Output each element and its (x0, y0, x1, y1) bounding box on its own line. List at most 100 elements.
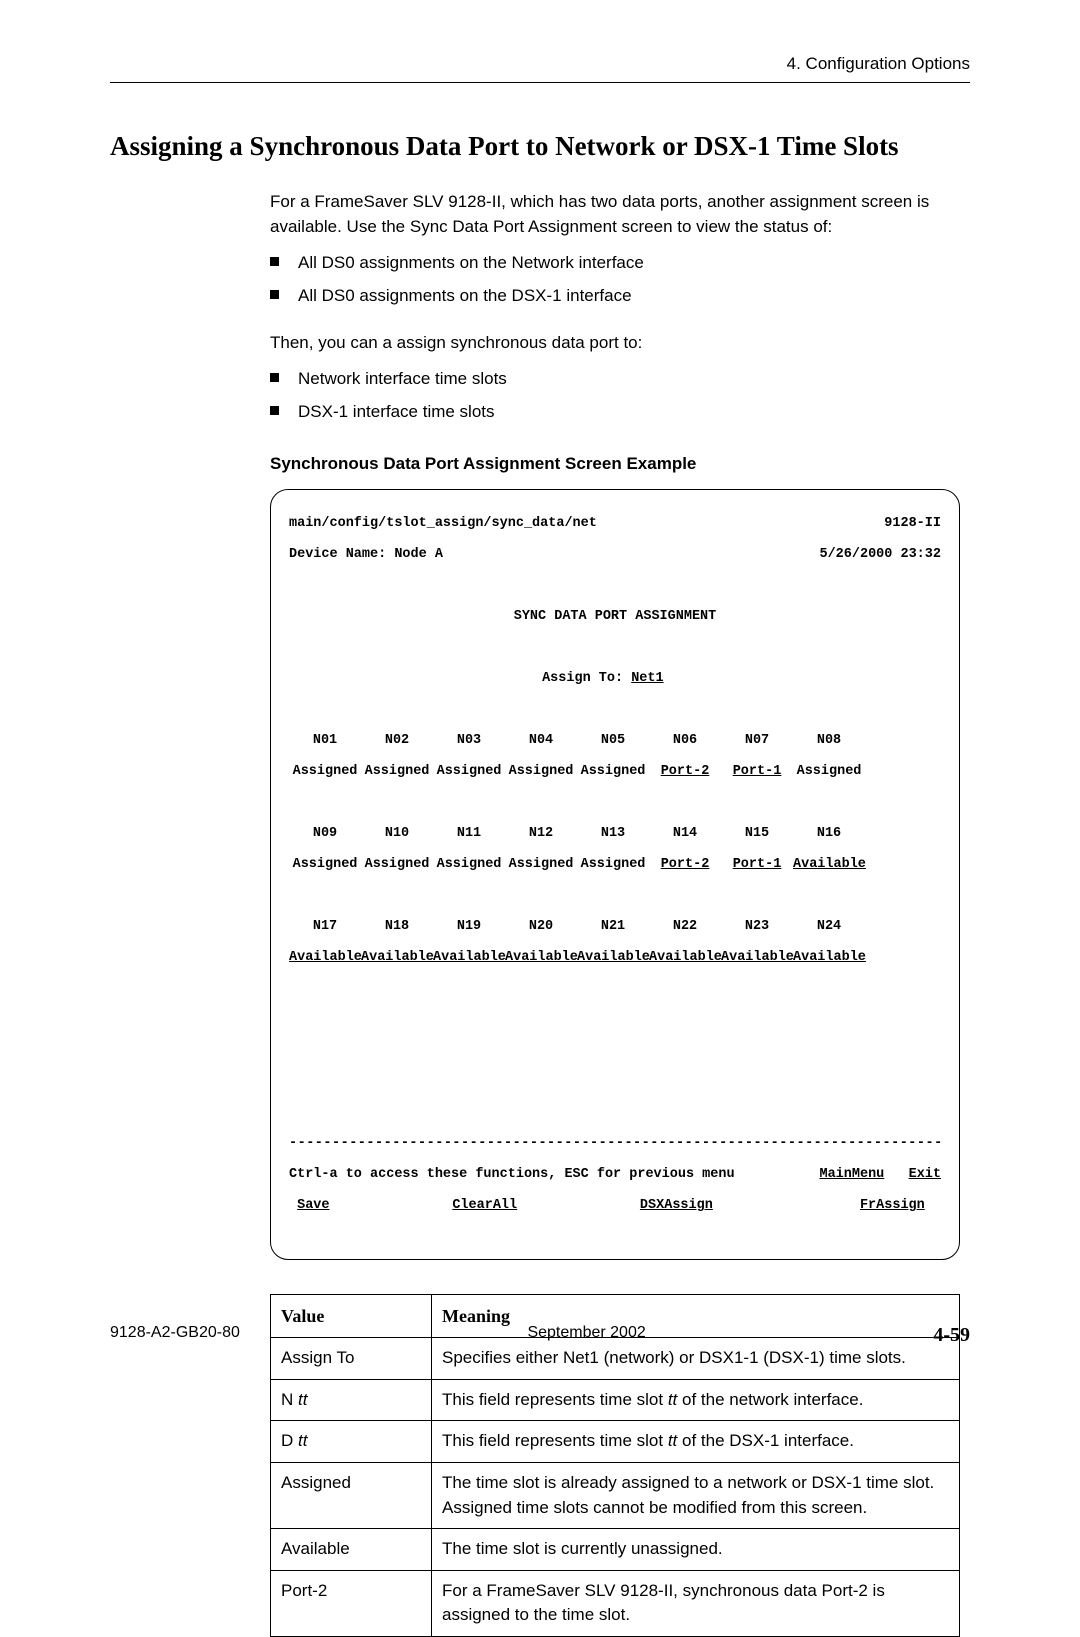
value-cell: Port-2 (271, 1570, 432, 1636)
meaning-cell: The time slot is currently unassigned. (432, 1529, 960, 1571)
screen-title: SYNC DATA PORT ASSIGNMENT (289, 609, 941, 625)
slot-cell: Port-1 (721, 857, 793, 873)
assign-to-value: Net1 (631, 671, 663, 686)
table-row: Port-2 For a FrameSaver SLV 9128-II, syn… (271, 1570, 960, 1636)
slot-cell: N04 (505, 733, 577, 749)
table-row: D tt This field represents time slot tt … (271, 1421, 960, 1463)
slot-cell: N21 (577, 919, 649, 935)
screen-path: main/config/tslot_assign/sync_data/net (289, 516, 597, 532)
slot-cell: Assigned (433, 764, 505, 780)
device-name: Device Name: Node A (289, 547, 443, 563)
status-list: All DS0 assignments on the Network inter… (270, 251, 960, 308)
slot-cell: Port-2 (649, 764, 721, 780)
list-item: All DS0 assignments on the DSX-1 interfa… (270, 284, 960, 309)
document-page: 4. Configuration Options Assigning a Syn… (0, 0, 1080, 1397)
help-text: Ctrl-a to access these functions, ESC fo… (289, 1167, 735, 1183)
slot-cell: Assigned (505, 857, 577, 873)
slot-cell: Assigned (577, 857, 649, 873)
page-footer: 9128-A2-GB20-80 September 2002 4-59 (110, 1324, 970, 1347)
slot-cell: Available (721, 950, 793, 966)
slot-cell: N09 (289, 826, 361, 842)
slot-cell: N03 (433, 733, 505, 749)
slot-cell: N15 (721, 826, 793, 842)
slot-label-row: N17N18N19N20N21N22N23N24 (289, 919, 941, 935)
meaning-cell: This field represents time slot tt of th… (432, 1421, 960, 1463)
slot-cell: Assigned (505, 764, 577, 780)
separator: ----------------------------------------… (289, 1136, 941, 1152)
page-number: 4-59 (933, 1324, 970, 1347)
meaning-cell: This field represents time slot tt of th… (432, 1379, 960, 1421)
action-row: Save ClearAll DSXAssign FrAssign (289, 1198, 941, 1214)
slot-cell: N20 (505, 919, 577, 935)
footer-date: September 2002 (527, 1324, 645, 1347)
slot-cell: Available (433, 950, 505, 966)
mainmenu-action: MainMenu (819, 1167, 884, 1182)
table-row: Assigned The time slot is already assign… (271, 1462, 960, 1528)
save-action: Save (297, 1198, 329, 1213)
slot-cell: Available (793, 857, 865, 873)
chapter-label: 4. Configuration Options (787, 54, 970, 73)
slot-cell: N07 (721, 733, 793, 749)
menu-right: MainMenu Exit (819, 1167, 941, 1183)
value-cell: Assigned (271, 1462, 432, 1528)
meaning-cell: The time slot is already assigned to a n… (432, 1462, 960, 1528)
help-row: Ctrl-a to access these functions, ESC fo… (289, 1167, 941, 1183)
clearall-action: ClearAll (452, 1198, 517, 1214)
list-item: All DS0 assignments on the Network inter… (270, 251, 960, 276)
timestamp: 5/26/2000 23:32 (819, 547, 941, 563)
slot-value-row: AssignedAssignedAssignedAssignedAssigned… (289, 764, 941, 780)
frassign-action: FrAssign (860, 1198, 925, 1213)
slot-cell: Assigned (289, 857, 361, 873)
assign-to-label: Assign To: (542, 671, 631, 686)
slot-cell: Available (649, 950, 721, 966)
body-content: For a FrameSaver SLV 9128-II, which has … (270, 190, 960, 1637)
slot-cell: Assigned (361, 857, 433, 873)
table-row: N tt This field represents time slot tt … (271, 1379, 960, 1421)
slot-cell: Assigned (361, 764, 433, 780)
slot-cell: N24 (793, 919, 865, 935)
exit-action: Exit (909, 1167, 941, 1182)
value-cell: Available (271, 1529, 432, 1571)
slot-label-row: N09N10N11N12N13N14N15N16 (289, 826, 941, 842)
then-paragraph: Then, you can a assign synchronous data … (270, 331, 960, 356)
slot-cell: Assigned (433, 857, 505, 873)
table-row: Available The time slot is currently una… (271, 1529, 960, 1571)
slot-cell: Assigned (289, 764, 361, 780)
slot-cell: N18 (361, 919, 433, 935)
slot-cell: Assigned (577, 764, 649, 780)
value-cell: N tt (271, 1379, 432, 1421)
assign-to-row: Assign To: Net1 (289, 671, 941, 687)
slot-cell: N19 (433, 919, 505, 935)
slot-cell: N13 (577, 826, 649, 842)
slot-cell: Assigned (793, 764, 865, 780)
slot-cell: N02 (361, 733, 433, 749)
slot-cell: N05 (577, 733, 649, 749)
slot-cell: N10 (361, 826, 433, 842)
slot-cell: N22 (649, 919, 721, 935)
dsxassign-action: DSXAssign (640, 1198, 713, 1213)
slot-cell: Available (289, 950, 361, 966)
slot-cell: N11 (433, 826, 505, 842)
slot-cell: N23 (721, 919, 793, 935)
slot-cell: N08 (793, 733, 865, 749)
intro-paragraph: For a FrameSaver SLV 9128-II, which has … (270, 190, 960, 239)
slot-cell: Port-1 (721, 764, 793, 780)
slot-cell: N12 (505, 826, 577, 842)
doc-id: 9128-A2-GB20-80 (110, 1324, 240, 1347)
list-item: DSX-1 interface time slots (270, 400, 960, 425)
slot-cell: Available (793, 950, 865, 966)
meaning-cell: For a FrameSaver SLV 9128-II, synchronou… (432, 1570, 960, 1636)
slot-cell: N06 (649, 733, 721, 749)
slot-cell: Available (361, 950, 433, 966)
slot-cell: Port-2 (649, 857, 721, 873)
slot-label-row: N01N02N03N04N05N06N07N08 (289, 733, 941, 749)
terminal-screen: main/config/tslot_assign/sync_data/net 91… (270, 489, 960, 1260)
value-cell: D tt (271, 1421, 432, 1463)
slot-cell: N16 (793, 826, 865, 842)
assign-list: Network interface time slots DSX-1 inter… (270, 367, 960, 424)
page-title: Assigning a Synchronous Data Port to Net… (110, 131, 970, 162)
list-item: Network interface time slots (270, 367, 960, 392)
page-header: 4. Configuration Options (110, 54, 970, 83)
slot-cell: N01 (289, 733, 361, 749)
device-model: 9128-II (884, 516, 941, 532)
